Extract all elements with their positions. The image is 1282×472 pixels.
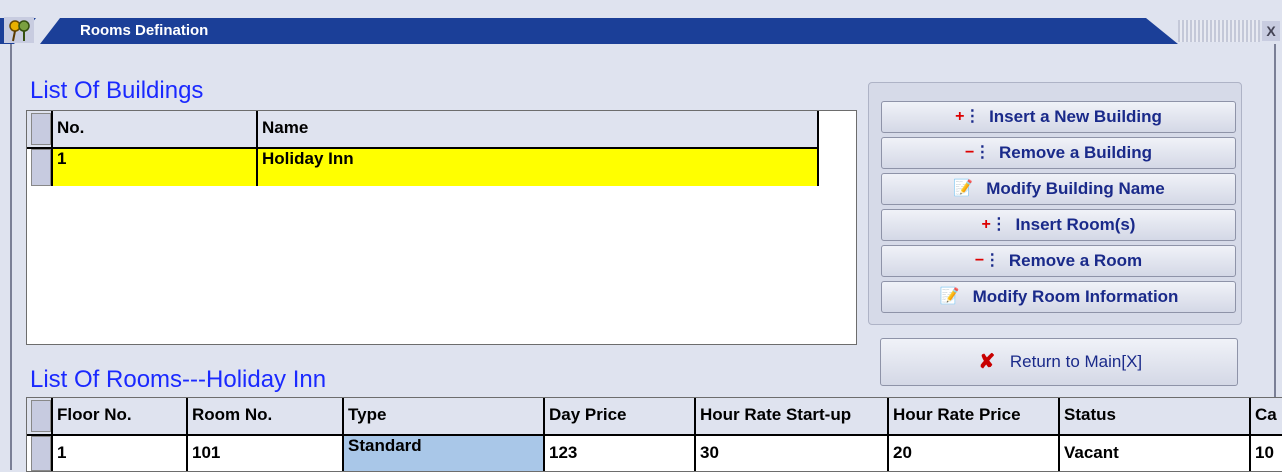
remove-room-label: Remove a Room — [1008, 251, 1143, 270]
column-header-status[interactable]: Status — [1060, 398, 1251, 434]
column-header-name[interactable]: Name — [258, 111, 819, 147]
building-no-cell[interactable]: 1 — [51, 149, 258, 186]
app-icon — [4, 17, 34, 43]
edit-document-icon: 📝 — [939, 288, 960, 305]
title-bar-grip[interactable] — [1178, 20, 1260, 42]
room-type-cell[interactable]: Standard — [344, 436, 545, 471]
close-icon[interactable]: X — [1262, 21, 1280, 41]
column-header-room[interactable]: Room No. — [188, 398, 344, 434]
remove-building-button[interactable]: −⋮ Remove a Building — [881, 137, 1236, 169]
return-main-button[interactable]: ✘ Return to Main[X] — [880, 338, 1238, 386]
building-name-cell[interactable]: Holiday Inn — [258, 149, 819, 186]
column-header-floor[interactable]: Floor No. — [51, 398, 188, 434]
room-day-price-cell[interactable]: 123 — [545, 436, 696, 471]
insert-rooms-label: Insert Room(s) — [1015, 215, 1136, 234]
buildings-heading: List Of Buildings — [30, 77, 204, 104]
remove-building-label: Remove a Building — [998, 143, 1153, 162]
title-bar: Rooms Defination X — [0, 0, 1282, 44]
room-floor-cell[interactable]: 1 — [51, 436, 188, 471]
header-row-selector — [31, 113, 51, 145]
table-row[interactable]: 1 101 Standard 123 30 20 Vacant 10 — [27, 436, 1282, 471]
rooms-heading: List Of Rooms---Holiday Inn — [30, 366, 327, 393]
row-selector[interactable] — [31, 149, 51, 186]
insert-arrow-icon: +⋮ — [955, 108, 981, 125]
row-selector[interactable] — [31, 436, 51, 471]
modify-room-button[interactable]: 📝 Modify Room Information — [881, 281, 1236, 313]
room-hour-start-cell[interactable]: 30 — [696, 436, 889, 471]
buildings-grid[interactable]: No. Name 1 Holiday Inn — [26, 110, 857, 345]
column-header-hour-start[interactable]: Hour Rate Start-up — [696, 398, 889, 434]
room-ca-cell[interactable]: 10 — [1251, 436, 1282, 471]
modify-room-label: Modify Room Information — [972, 287, 1179, 306]
window-title: Rooms Defination — [80, 22, 209, 39]
header-row-selector — [31, 400, 51, 432]
insert-rooms-button[interactable]: +⋮ Insert Room(s) — [881, 209, 1236, 241]
rooms-grid[interactable]: Floor No. Room No. Type Day Price Hour R… — [26, 397, 1282, 472]
insert-building-button[interactable]: +⋮ Insert a New Building — [881, 101, 1236, 133]
column-header-ca[interactable]: Ca — [1251, 398, 1282, 434]
room-number-cell[interactable]: 101 — [188, 436, 344, 471]
column-header-no[interactable]: No. — [51, 111, 258, 147]
edit-document-icon: 📝 — [953, 180, 974, 197]
column-header-day-price[interactable]: Day Price — [545, 398, 696, 434]
insert-arrow-icon: +⋮ — [981, 216, 1007, 233]
table-row[interactable]: 1 Holiday Inn — [27, 149, 819, 186]
room-status-cell[interactable]: Vacant — [1060, 436, 1251, 471]
buildings-header-row: No. Name — [27, 111, 819, 149]
rooms-header-row: Floor No. Room No. Type Day Price Hour R… — [27, 398, 1282, 436]
insert-building-label: Insert a New Building — [989, 107, 1162, 126]
return-main-label: Return to Main[X] — [1009, 352, 1143, 371]
room-hour-price-cell[interactable]: 20 — [889, 436, 1060, 471]
modify-building-button[interactable]: 📝 Modify Building Name — [881, 173, 1236, 205]
column-header-type[interactable]: Type — [344, 398, 545, 434]
remove-room-button[interactable]: −⋮ Remove a Room — [881, 245, 1236, 277]
remove-arrow-icon: −⋮ — [974, 252, 1001, 269]
remove-arrow-icon: −⋮ — [964, 144, 991, 161]
modify-building-label: Modify Building Name — [986, 179, 1165, 198]
column-header-hour-price[interactable]: Hour Rate Price — [889, 398, 1060, 434]
close-x-icon: ✘ — [978, 351, 996, 373]
